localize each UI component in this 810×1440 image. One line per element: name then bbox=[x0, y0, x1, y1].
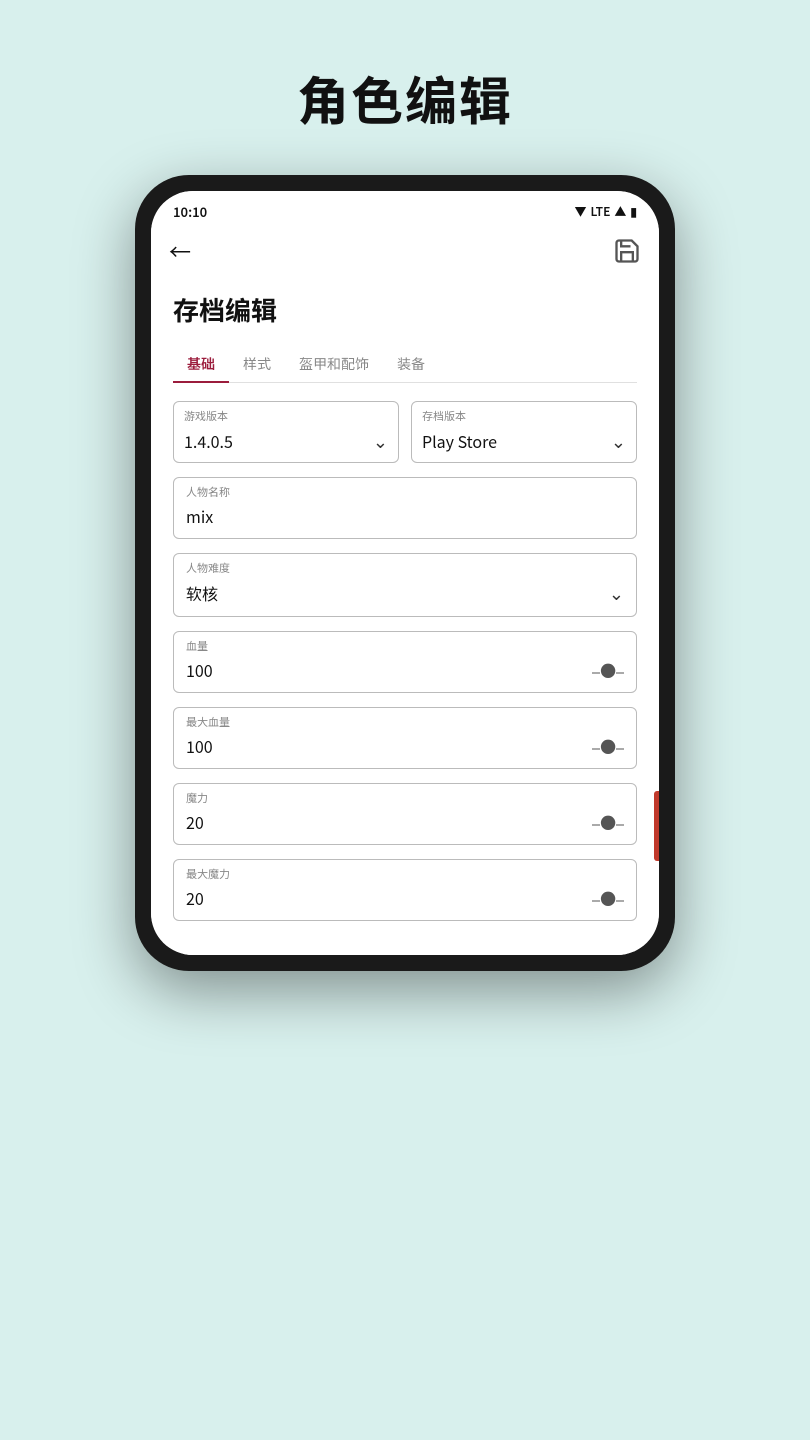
max-health-label: 最大血量 bbox=[186, 714, 624, 730]
character-difficulty-value: 软核 bbox=[186, 581, 218, 605]
tab-equipment[interactable]: 装备 bbox=[383, 346, 439, 382]
max-health-field: 最大血量 100 ⎯●⎯ bbox=[173, 707, 637, 769]
character-difficulty-label: 人物难度 bbox=[186, 560, 624, 576]
version-row: 游戏版本 1.4.0.5 ⌄ 存档版本 Play Store ⌄ bbox=[173, 401, 637, 463]
character-name-value: mix bbox=[186, 504, 624, 528]
status-icons: ▼ LTE ▲ ▮ bbox=[575, 203, 638, 220]
signal-icon: ▲ bbox=[614, 203, 626, 220]
health-field: 血量 100 ⎯●⎯ bbox=[173, 631, 637, 693]
phone-frame: 10:10 ▼ LTE ▲ ▮ ← 存档编辑 基础 样式 bbox=[135, 175, 675, 971]
mana-value: 20 bbox=[186, 810, 204, 834]
tab-style[interactable]: 样式 bbox=[229, 346, 285, 382]
chevron-down-icon: ⌄ bbox=[373, 428, 388, 454]
top-bar: ← bbox=[151, 227, 659, 275]
character-difficulty-dropdown[interactable]: 软核 ⌄ bbox=[186, 580, 624, 606]
main-content: 存档编辑 基础 样式 盔甲和配饰 装备 游戏版本 1.4.0.5 ⌄ 存档版 bbox=[151, 275, 659, 955]
health-value: 100 bbox=[186, 658, 213, 682]
health-control: 100 ⎯●⎯ bbox=[186, 658, 624, 682]
page-title: 角色编辑 bbox=[297, 60, 513, 135]
mana-field: 魔力 20 ⎯●⎯ bbox=[173, 783, 637, 845]
health-label: 血量 bbox=[186, 638, 624, 654]
tabs-bar: 基础 样式 盔甲和配饰 装备 bbox=[173, 346, 637, 383]
network-label: LTE bbox=[591, 203, 611, 220]
chevron-down-icon-3: ⌄ bbox=[609, 580, 624, 606]
character-name-field[interactable]: 人物名称 mix bbox=[173, 477, 637, 539]
max-mana-value: 20 bbox=[186, 886, 204, 910]
game-version-dropdown[interactable]: 1.4.0.5 ⌄ bbox=[184, 428, 388, 454]
character-name-label: 人物名称 bbox=[186, 484, 624, 500]
game-version-label: 游戏版本 bbox=[184, 408, 388, 424]
health-stepper-icon[interactable]: ⎯●⎯ bbox=[592, 658, 624, 682]
status-time: 10:10 bbox=[173, 202, 207, 221]
save-version-field[interactable]: 存档版本 Play Store ⌄ bbox=[411, 401, 637, 463]
max-mana-label: 最大魔力 bbox=[186, 866, 624, 882]
max-mana-field: 最大魔力 20 ⎯●⎯ bbox=[173, 859, 637, 921]
tab-basics[interactable]: 基础 bbox=[173, 346, 229, 382]
phone-screen: 10:10 ▼ LTE ▲ ▮ ← 存档编辑 基础 样式 bbox=[151, 191, 659, 955]
save-button[interactable] bbox=[613, 237, 641, 265]
wifi-icon: ▼ bbox=[575, 203, 587, 220]
status-bar: 10:10 ▼ LTE ▲ ▮ bbox=[151, 191, 659, 227]
save-version-dropdown[interactable]: Play Store ⌄ bbox=[422, 428, 626, 454]
character-difficulty-field[interactable]: 人物难度 软核 ⌄ bbox=[173, 553, 637, 617]
max-health-control: 100 ⎯●⎯ bbox=[186, 734, 624, 758]
side-indicator bbox=[654, 791, 659, 861]
max-mana-stepper-icon[interactable]: ⎯●⎯ bbox=[592, 886, 624, 910]
section-title: 存档编辑 bbox=[173, 291, 637, 328]
max-health-value: 100 bbox=[186, 734, 213, 758]
max-mana-control: 20 ⎯●⎯ bbox=[186, 886, 624, 910]
back-button[interactable]: ← bbox=[169, 235, 191, 267]
max-health-stepper-icon[interactable]: ⎯●⎯ bbox=[592, 734, 624, 758]
battery-icon: ▮ bbox=[630, 203, 637, 220]
tab-armor[interactable]: 盔甲和配饰 bbox=[285, 346, 383, 382]
save-version-label: 存档版本 bbox=[422, 408, 626, 424]
game-version-field[interactable]: 游戏版本 1.4.0.5 ⌄ bbox=[173, 401, 399, 463]
game-version-value: 1.4.0.5 bbox=[184, 429, 233, 453]
mana-stepper-icon[interactable]: ⎯●⎯ bbox=[592, 810, 624, 834]
mana-control: 20 ⎯●⎯ bbox=[186, 810, 624, 834]
save-version-value: Play Store bbox=[422, 429, 497, 453]
chevron-down-icon-2: ⌄ bbox=[611, 428, 626, 454]
mana-label: 魔力 bbox=[186, 790, 624, 806]
